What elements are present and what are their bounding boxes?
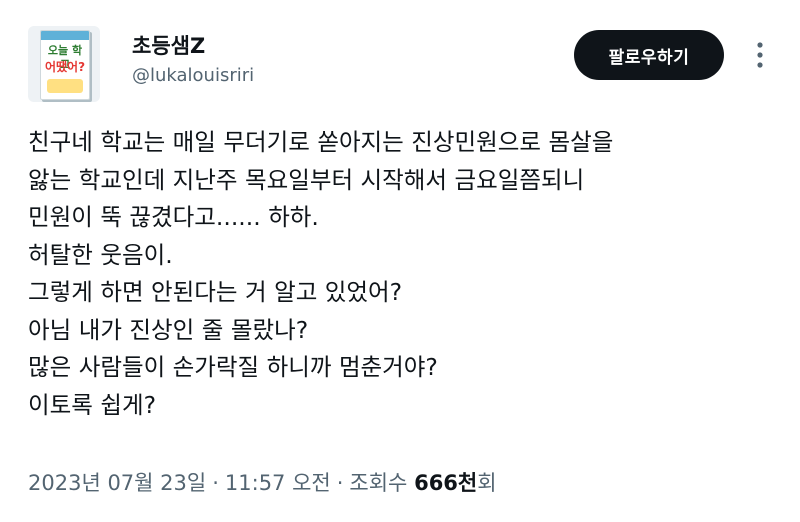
tweet-line: 아님 내가 진상인 줄 몰랐나? — [28, 315, 309, 344]
views-label: 조회수 — [349, 471, 408, 495]
tweet-line: 많은 사람들이 손가락질 하니까 멈춘거야? — [28, 353, 438, 381]
tweet-line: 민원이 뚝 끊겼다고...... 하하. — [28, 203, 319, 231]
tweet-date[interactable]: 2023년 07월 23일 — [28, 471, 206, 495]
tweet-text: 친구네 학교는 매일 무더기로 쏟아지는 진상민원으로 몸살을 앓는 학교인데 … — [28, 124, 788, 424]
tweet-line: 앓는 학교인데 지난주 목요일부터 시작해서 금요일쯤되니 — [28, 165, 585, 194]
book-title-line1: 오늘 학교 — [47, 44, 83, 71]
display-name[interactable]: 초등샘Z — [132, 32, 254, 60]
tweet-time[interactable]: 11:57 오전 — [225, 471, 331, 495]
meta-separator: · — [212, 471, 219, 495]
more-vertical-icon — [757, 42, 763, 68]
tweet-line: 친구네 학교는 매일 무더기로 쏟아지는 진상민원으로 몸살을 — [28, 128, 614, 156]
tweet-meta: 2023년 07월 23일 · 11:57 오전 · 조회수 666천회 — [28, 468, 497, 498]
views-suffix: 회 — [477, 471, 497, 495]
tweet-line: 허탈한 웃음이. — [28, 240, 173, 269]
avatar[interactable]: 오늘 학교 어땠어? — [28, 26, 100, 102]
book-title-line2: 어땠어? — [44, 60, 86, 74]
views-count[interactable]: 666천 — [414, 471, 477, 495]
user-handle[interactable]: @lukalouisriri — [132, 64, 254, 88]
user-info: 초등샘Z @lukalouisriri — [132, 32, 254, 88]
book-top-band — [41, 31, 89, 40]
follow-button[interactable]: 팔로우하기 — [574, 30, 724, 80]
more-options-button[interactable] — [748, 38, 772, 72]
tweet-line: 그렇게 하면 안된다는 거 알고 있었어? — [28, 278, 403, 306]
book-illustration — [47, 79, 83, 93]
meta-separator: · — [336, 471, 344, 495]
tweet-line: 이토록 쉽게? — [28, 390, 157, 419]
avatar-book-cover-image: 오늘 학교 어땠어? — [40, 30, 90, 100]
